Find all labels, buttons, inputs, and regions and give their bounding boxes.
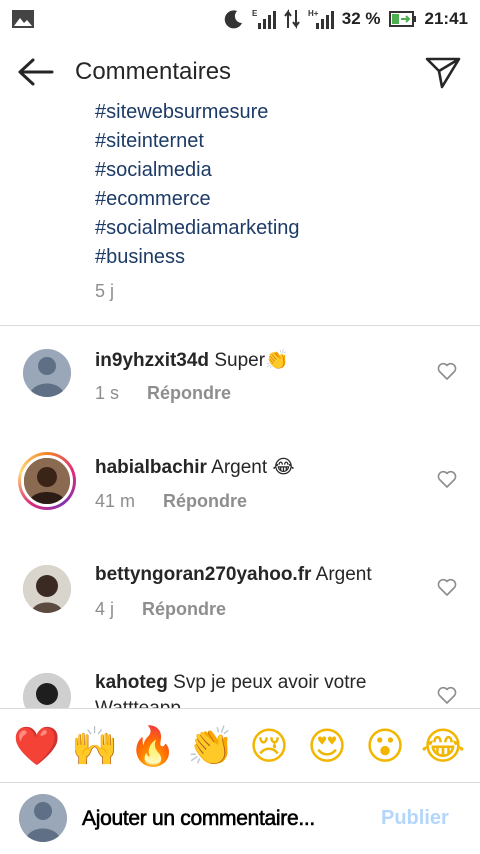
divider (0, 325, 480, 326)
hashtag-link[interactable]: #sitewebsurmesure (95, 98, 465, 127)
comment-body: Svp je peux avoir votre (173, 672, 367, 693)
caption-timestamp: 5 j (95, 281, 115, 301)
comment-username[interactable]: bettyngoran270yahoo.fr (95, 564, 311, 585)
hashtag-link[interactable]: #ecommerce (95, 185, 465, 214)
send-icon[interactable] (424, 54, 462, 90)
avatar-image (23, 349, 71, 397)
own-avatar (19, 794, 67, 842)
data-arrows-icon (283, 9, 300, 29)
publish-button[interactable]: Publier (381, 807, 449, 830)
image-icon (12, 10, 34, 28)
comment-meta: 4 j Répondre (95, 599, 226, 620)
comment-username[interactable]: kahoteg (95, 672, 168, 693)
hashtag-link[interactable]: #business (95, 243, 465, 272)
signal-h-icon: H+ (308, 9, 334, 29)
reaction-heart-eyes[interactable]: 😍 (302, 727, 352, 765)
comment-body: Super👏 (214, 350, 289, 371)
comment-body-continued: Wattteapp (95, 698, 181, 708)
reaction-crying[interactable]: 😢 (244, 727, 294, 765)
comment-meta: 1 s Répondre (95, 383, 231, 404)
hashtag-link[interactable]: #siteinternet (95, 127, 465, 156)
comment-input[interactable]: Ajouter un commentaire... (82, 807, 316, 831)
hashtag-link[interactable]: #socialmediamarketing (95, 214, 465, 243)
avatar-image (24, 458, 70, 504)
comment-username[interactable]: habialbachir (95, 457, 207, 478)
comment-text: in9yhzxit34d Super👏 (95, 348, 289, 372)
avatar (21, 455, 73, 507)
reaction-heart[interactable]: ❤️ (12, 727, 62, 765)
avatar[interactable] (23, 565, 71, 613)
reply-button[interactable]: Répondre (142, 599, 226, 620)
battery-icon (388, 11, 416, 27)
comment-text: habialbachir Argent 😂 (95, 456, 295, 479)
avatar-image (23, 565, 71, 613)
comment-time: 1 s (95, 383, 120, 403)
heart-icon[interactable] (437, 470, 457, 488)
comment-text: bettyngoran270yahoo.fr Argent (95, 564, 372, 586)
heart-icon[interactable] (437, 578, 457, 596)
hashtag-link[interactable]: #socialmedia (95, 156, 465, 185)
caption-hashtags: #sitewebsurmesure #siteinternet #socialm… (95, 100, 465, 272)
comment-item: bettyngoran270yahoo.fr Argent 4 j Répond… (0, 556, 480, 646)
reaction-raised-hands[interactable]: 🙌 (70, 727, 120, 765)
comment-composer: Ajouter un commentaire... Publier (0, 782, 480, 854)
signal-e-icon: E (252, 9, 276, 29)
arrow-left-icon[interactable] (16, 56, 56, 88)
reaction-clap[interactable]: 👏 (186, 727, 236, 765)
comment-time: 41 m (95, 491, 136, 511)
comment-time: 4 j (95, 599, 115, 619)
avatar[interactable] (23, 349, 71, 397)
reaction-laughing[interactable]: 😂 (418, 727, 468, 765)
avatar-story-ring[interactable] (18, 452, 76, 510)
moon-icon (224, 10, 242, 29)
comment-item: kahoteg Svp je peux avoir votre Wattteap… (0, 664, 480, 708)
header: Commentaires (0, 44, 480, 100)
comment-meta: 41 m Répondre (95, 491, 247, 512)
heart-icon[interactable] (437, 362, 457, 380)
comment-item: habialbachir Argent 😂 41 m Répondre (0, 448, 480, 538)
comment-text: kahoteg Svp je peux avoir votre (95, 672, 366, 694)
battery-percent: 32 % (341, 9, 381, 28)
reply-button[interactable]: Répondre (147, 383, 231, 404)
avatar[interactable] (23, 673, 71, 708)
reaction-fire[interactable]: 🔥 (128, 727, 178, 765)
avatar-image (23, 673, 71, 708)
emoji-reaction-bar: ❤️ 🙌 🔥 👏 😢 😍 😮 😂 (0, 708, 480, 782)
svg-text:H+: H+ (308, 9, 319, 18)
heart-icon[interactable] (437, 686, 457, 704)
reply-button[interactable]: Répondre (163, 491, 247, 512)
comment-body: Argent 😂 (211, 457, 295, 478)
clock: 21:41 (424, 9, 468, 28)
comment-item: in9yhzxit34d Super👏 1 s Répondre (0, 340, 480, 430)
page-title: Commentaires (75, 58, 232, 85)
comment-body: Argent (315, 564, 372, 585)
avatar-image (19, 794, 67, 842)
reaction-surprised[interactable]: 😮 (360, 727, 410, 765)
svg-text:E: E (252, 9, 258, 18)
comment-username[interactable]: in9yhzxit34d (95, 350, 209, 371)
status-bar: E H+ 32 % 21:41 (0, 0, 480, 38)
